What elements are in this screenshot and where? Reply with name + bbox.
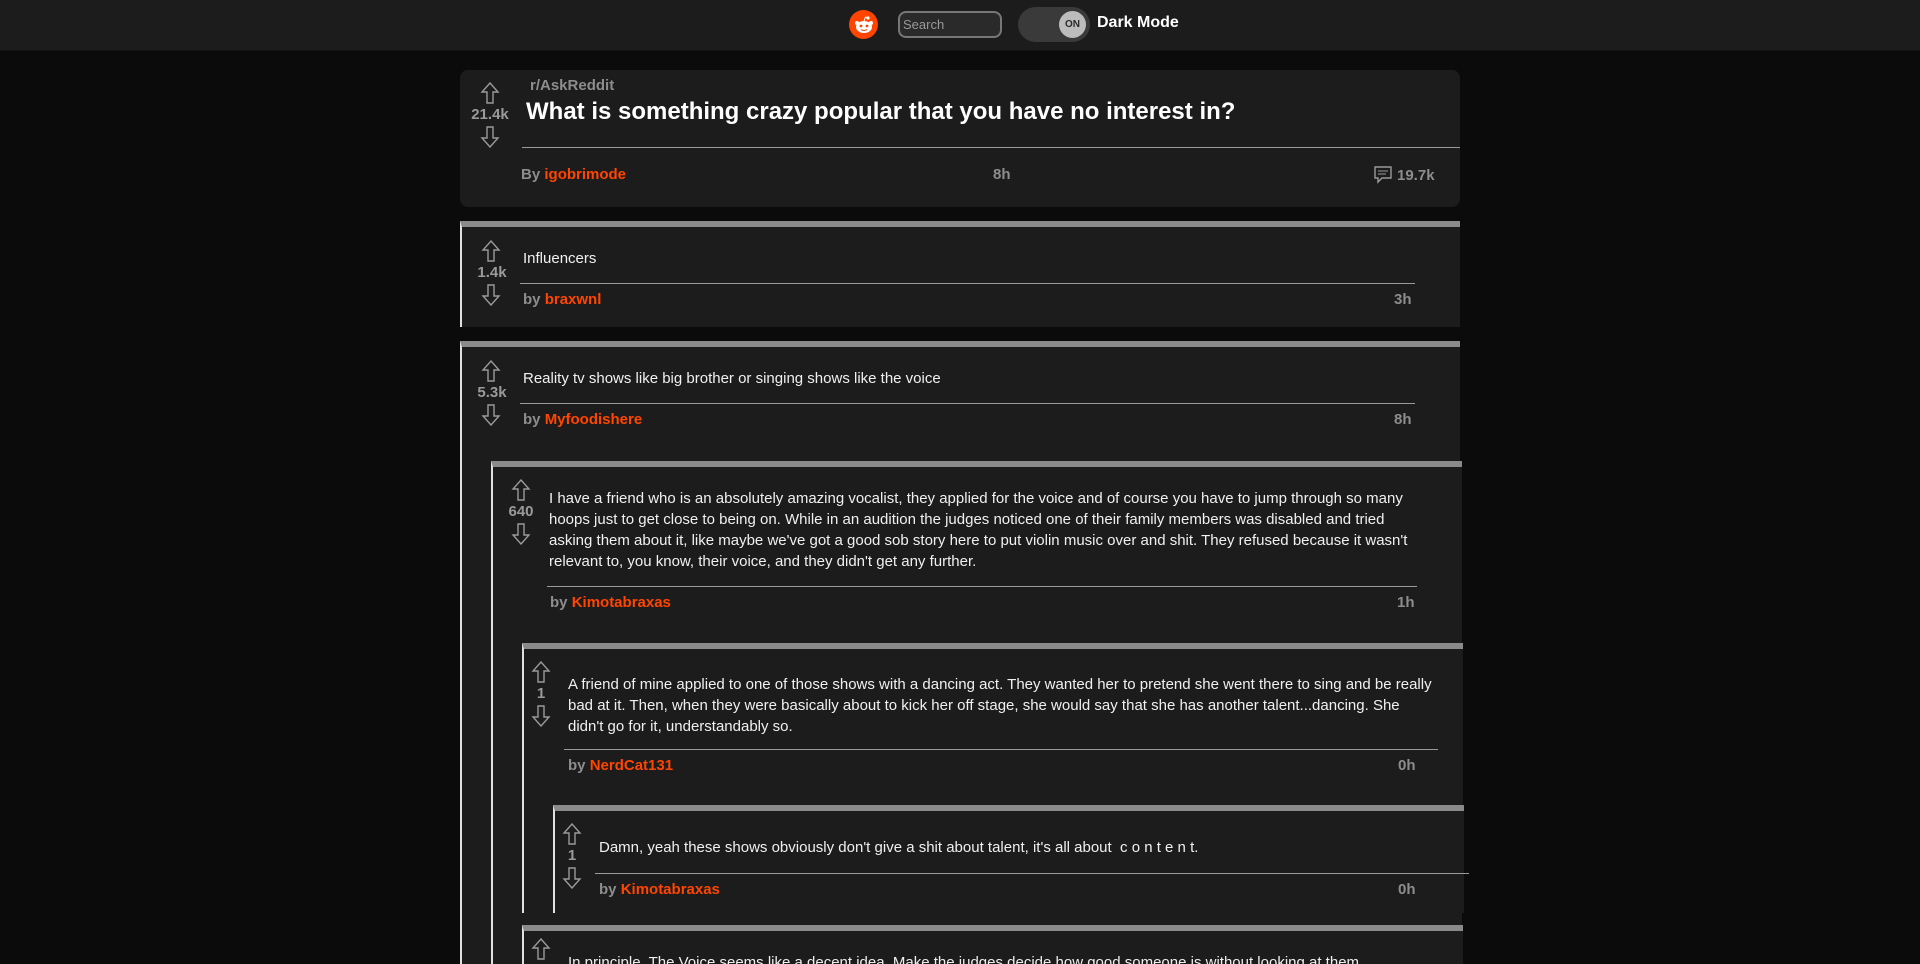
upvote-arrow-icon[interactable] <box>562 823 587 845</box>
downvote-arrow-icon[interactable] <box>531 705 556 727</box>
post-author-link[interactable]: igobrimode <box>544 166 626 183</box>
comment-vote-column: 1 <box>526 661 556 727</box>
comment-byline: by Kimotabraxas <box>550 594 671 611</box>
comment-divider <box>520 403 1415 404</box>
comment-byline: by NerdCat131 <box>568 757 673 774</box>
post-divider <box>522 147 1460 148</box>
comment-author-link[interactable]: Kimotabraxas <box>621 881 720 898</box>
comment-body: A friend of mine applied to one of those… <box>568 676 1432 735</box>
comment-byline: by Myfoodishere <box>523 411 642 428</box>
comment-body: Reality tv shows like big brother or sin… <box>523 370 941 387</box>
subreddit-link[interactable]: r/AskReddit <box>530 77 614 94</box>
comment-score: 1 <box>567 847 577 864</box>
comment-body: Influencers <box>523 250 597 267</box>
comment-divider <box>520 283 1415 284</box>
comment-body: In principle, The Voice seems like a dec… <box>568 954 1360 964</box>
comment-score: 1.4k <box>477 264 507 281</box>
comment-reply: In principle, The Voice seems like a dec… <box>522 925 1463 964</box>
toggle-knob: ON <box>1059 11 1086 38</box>
post-byline: By igobrimode <box>521 166 626 183</box>
comment-author-link[interactable]: NerdCat131 <box>590 757 673 774</box>
downvote-arrow-icon[interactable] <box>481 284 512 306</box>
post-title[interactable]: What is something crazy popular that you… <box>526 98 1235 126</box>
upvote-arrow-icon[interactable] <box>480 82 510 104</box>
comment-vote-column: 1.4k <box>472 240 512 306</box>
post-age: 8h <box>993 166 1011 183</box>
post-vote-column: 21.4k <box>470 82 510 148</box>
upvote-arrow-icon[interactable] <box>481 360 512 382</box>
upvote-arrow-icon[interactable] <box>511 479 541 501</box>
upvote-arrow-icon[interactable] <box>481 240 512 262</box>
top-bar: ON Dark Mode <box>0 0 1920 51</box>
comment-bubble-icon <box>1373 165 1393 185</box>
comment-count-value: 19.7k <box>1397 166 1435 184</box>
comment-byline: by Kimotabraxas <box>599 881 720 898</box>
comment-age: 8h <box>1394 411 1412 428</box>
comment-reply: 1 Damn, yeah these shows obviously don't… <box>553 805 1469 913</box>
comment-author-link[interactable]: Myfoodishere <box>545 411 643 428</box>
upvote-arrow-icon[interactable] <box>531 661 556 683</box>
by-label: by <box>568 757 586 774</box>
comment-score: 1 <box>536 685 546 702</box>
comment-vote-column: 640 <box>501 479 541 545</box>
comment-vote-column: 5.3k <box>472 360 512 426</box>
comment-age: 0h <box>1398 757 1416 774</box>
post-card: 21.4k r/AskReddit What is something craz… <box>460 70 1460 207</box>
comment-vote-column: 1 <box>557 823 587 889</box>
comment-author-link[interactable]: Kimotabraxas <box>572 594 671 611</box>
comment-body: I have a friend who is an absolutely ama… <box>549 490 1408 570</box>
comment-age: 1h <box>1397 594 1415 611</box>
by-label: by <box>523 291 541 308</box>
comment-body: Damn, yeah these shows obviously don't g… <box>599 839 1199 856</box>
comment-divider <box>595 873 1469 874</box>
upvote-arrow-icon[interactable] <box>531 938 556 960</box>
by-label: By <box>521 166 541 183</box>
comment-divider <box>547 586 1417 587</box>
downvote-arrow-icon[interactable] <box>562 867 587 889</box>
reddit-logo-icon[interactable] <box>849 10 878 39</box>
post-score: 21.4k <box>471 106 509 123</box>
downvote-arrow-icon[interactable] <box>480 126 510 148</box>
comment-count[interactable]: 19.7k <box>1373 165 1435 185</box>
by-label: by <box>599 881 617 898</box>
comment-byline: by braxwnl <box>523 291 601 308</box>
by-label: by <box>550 594 568 611</box>
downvote-arrow-icon[interactable] <box>481 404 512 426</box>
comment-author-link[interactable]: braxwnl <box>545 291 602 308</box>
comment-vote-column <box>526 938 556 960</box>
comment-divider <box>564 749 1438 750</box>
comment-age: 3h <box>1394 291 1412 308</box>
by-label: by <box>523 411 541 428</box>
search-input[interactable] <box>898 11 1002 38</box>
comment-score: 640 <box>508 503 534 520</box>
comment: 1.4k Influencers by braxwnl 3h <box>460 221 1460 327</box>
dark-mode-label: Dark Mode <box>1097 14 1179 31</box>
comment-age: 0h <box>1398 881 1416 898</box>
dark-mode-toggle[interactable]: ON <box>1018 7 1090 42</box>
downvote-arrow-icon[interactable] <box>511 523 541 545</box>
comment-score: 5.3k <box>477 384 507 401</box>
